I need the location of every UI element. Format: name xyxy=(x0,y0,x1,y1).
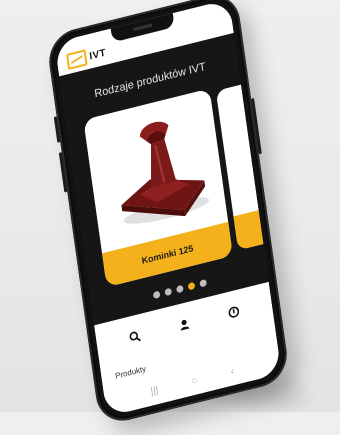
logo-mark xyxy=(66,49,88,71)
product-label: Kominki 125 xyxy=(141,243,194,266)
power-icon xyxy=(228,306,239,318)
nav-label-products[interactable]: Produkty xyxy=(115,364,147,381)
profile-icon xyxy=(180,319,190,331)
product-card[interactable]: Kominki 125 xyxy=(83,88,233,288)
carousel-dot[interactable] xyxy=(152,290,161,300)
carousel-dot[interactable] xyxy=(198,279,207,288)
back-icon[interactable]: ‹ xyxy=(230,366,235,378)
home-icon[interactable]: ○ xyxy=(191,375,198,387)
carousel-dot[interactable] xyxy=(163,287,172,297)
brand-logo[interactable]: IVT xyxy=(66,44,107,71)
search-icon xyxy=(129,331,142,342)
recent-apps-icon[interactable]: ||| xyxy=(150,385,159,398)
nav-power[interactable] xyxy=(221,299,245,326)
carousel-dot[interactable] xyxy=(175,284,184,294)
nav-search[interactable] xyxy=(123,323,147,350)
carousel-dot-active[interactable] xyxy=(187,281,195,291)
nav-profile[interactable] xyxy=(172,311,196,338)
logo-text: IVT xyxy=(88,46,107,62)
next-product-label-bar xyxy=(233,210,264,251)
